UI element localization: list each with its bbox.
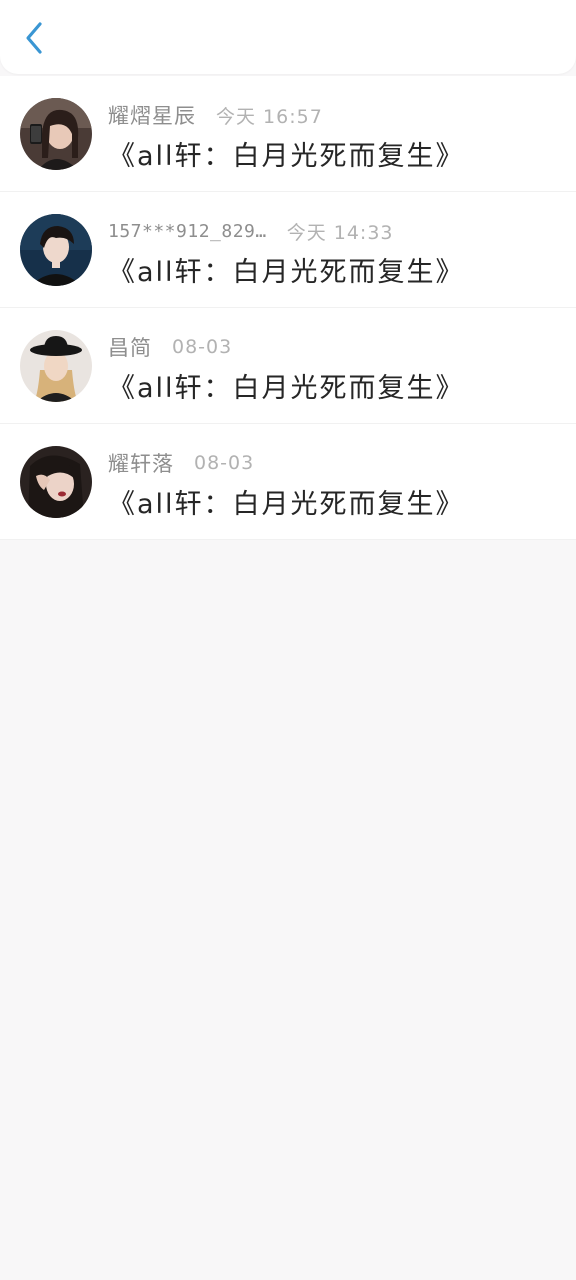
list-item[interactable]: 157***912_829… 今天 14:33 《all轩：白月光死而复生》 xyxy=(0,192,576,308)
item-meta: 157***912_829… 今天 14:33 xyxy=(108,217,394,245)
comment-list: 耀熠星辰 今天 16:57 《all轩：白月光死而复生》 157***912_8… xyxy=(0,76,576,540)
work-title: 《all轩：白月光死而复生》 xyxy=(108,489,465,520)
list-item[interactable]: 昌简 08-03 《all轩：白月光死而复生》 xyxy=(0,308,576,424)
work-title: 《all轩：白月光死而复生》 xyxy=(108,141,465,172)
work-title: 《all轩：白月光死而复生》 xyxy=(108,373,465,404)
timestamp: 今天 16:57 xyxy=(216,105,323,128)
work-title: 《all轩：白月光死而复生》 xyxy=(108,257,465,288)
item-meta: 耀熠星辰 今天 16:57 xyxy=(108,101,323,129)
timestamp: 今天 14:33 xyxy=(286,221,394,244)
user-name[interactable]: 耀轩落 xyxy=(108,448,174,478)
item-meta: 昌简 08-03 xyxy=(108,333,232,361)
item-meta: 耀轩落 08-03 xyxy=(108,449,254,477)
back-button[interactable] xyxy=(14,18,54,62)
chevron-left-icon xyxy=(23,21,45,59)
avatar[interactable] xyxy=(20,98,92,170)
top-bar xyxy=(0,0,576,74)
list-item[interactable]: 耀熠星辰 今天 16:57 《all轩：白月光死而复生》 xyxy=(0,76,576,192)
avatar[interactable] xyxy=(20,446,92,518)
timestamp: 08-03 xyxy=(194,452,255,474)
user-name[interactable]: 昌简 xyxy=(108,332,152,362)
user-name[interactable]: 157***912_829… xyxy=(108,221,267,242)
list-item[interactable]: 耀轩落 08-03 《all轩：白月光死而复生》 xyxy=(0,424,576,540)
user-name[interactable]: 耀熠星辰 xyxy=(108,100,196,130)
timestamp: 08-03 xyxy=(172,336,233,358)
avatar[interactable] xyxy=(20,330,92,402)
avatar[interactable] xyxy=(20,214,92,286)
